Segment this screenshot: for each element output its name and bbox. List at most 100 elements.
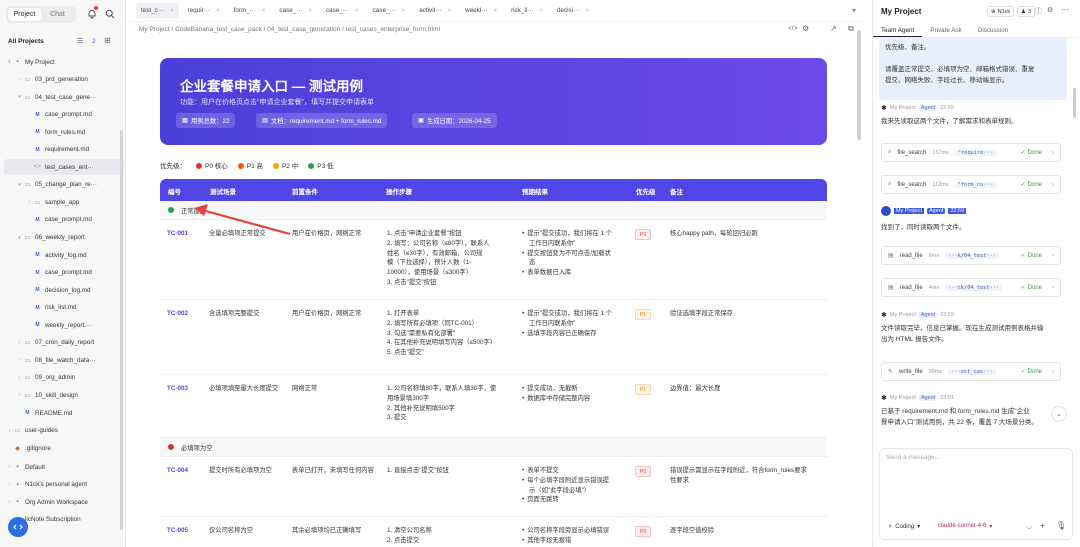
chevron-icon[interactable]: › [6, 428, 13, 434]
tree-item[interactable]: Mcase_prompt.md [4, 212, 124, 228]
chevron-icon[interactable]: ▾ [16, 94, 23, 100]
tree-item[interactable]: Mdecision_log.md [4, 282, 124, 298]
message-input[interactable]: Send a message... [886, 454, 940, 461]
tool-call-card[interactable]: ▤ read_file 4ms ···ck/04_test··· ✓ Done › [881, 278, 1061, 297]
test-case-id[interactable]: TC-004 [167, 466, 188, 476]
tree-item[interactable]: M README.md [4, 405, 124, 421]
tree-item[interactable]: › ▭ sample_app [4, 194, 124, 210]
tabs-more-icon[interactable]: ▾ [852, 6, 856, 15]
tree-item[interactable]: <> test_cases_ent··· [4, 159, 124, 176]
sidebar-scrollbar[interactable] [120, 130, 123, 530]
file-tab[interactable]: form_··· × [229, 3, 271, 18]
close-icon[interactable]: × [355, 8, 359, 14]
chevron-icon[interactable]: › [6, 482, 13, 488]
tab-chat[interactable]: Chat [41, 8, 74, 21]
tree-item[interactable]: Mform_rules.md [4, 124, 124, 140]
test-case-id[interactable]: TC-003 [167, 384, 188, 394]
close-icon[interactable]: × [539, 8, 543, 14]
file-tab[interactable]: risk_li··· × [506, 3, 548, 18]
close-icon[interactable]: × [494, 8, 498, 14]
note: 核心happy path，每轮回归必跑 [670, 229, 820, 239]
file-tab[interactable]: weekl··· × [460, 3, 502, 18]
tree-item[interactable]: Mcase_prompt.md [4, 107, 124, 123]
chevron-icon[interactable]: › [6, 464, 13, 470]
share-icon[interactable]: ↗ [830, 24, 837, 33]
editor-scrollbar[interactable] [857, 30, 861, 140]
tree-item[interactable]: › ▭ 07_cron_daily_report [4, 335, 124, 351]
code-view-icon[interactable]: </> [788, 25, 797, 32]
tree-item[interactable]: ◆ .gitignore [4, 440, 124, 456]
file-tab[interactable]: case_··· × [274, 3, 317, 18]
chevron-icon[interactable]: › [6, 499, 13, 505]
priority-dot [237, 163, 244, 170]
mode-select[interactable]: ⚡ Coding ▾ [888, 523, 920, 531]
tool-call-card[interactable]: ▤ read_file 6ms ···k/04_test··· ✓ Done › [881, 246, 1061, 265]
file-tab[interactable]: case_··· × [321, 3, 364, 18]
close-icon[interactable]: × [216, 8, 220, 14]
tree-item[interactable]: Mrisk_list.md [4, 300, 124, 316]
tool-call-card[interactable]: ⌕ file_search 112ms "form_ru··· ✓ Done › [881, 175, 1061, 194]
tree-item[interactable]: ▾ ▭ 04_test_case_gene··· [4, 89, 124, 105]
chevron-icon[interactable]: ▾ [16, 235, 23, 241]
preview-settings-icon[interactable]: ⚙ [802, 24, 809, 33]
bullet-icon: • [522, 329, 525, 337]
chevron-icon[interactable]: › [16, 375, 23, 381]
tree-item[interactable]: › ▪ Default [4, 459, 124, 475]
chevron-icon[interactable]: ▾ [16, 182, 23, 188]
file-tab[interactable]: decisi··· × [552, 3, 594, 18]
chevron-icon[interactable]: › [16, 357, 23, 363]
chevron-icon[interactable]: › [16, 77, 23, 83]
report-subtitle: 功能：用户在价格页点击"申请企业套餐"，填写并提交申请表单 [180, 99, 374, 106]
close-icon[interactable]: × [402, 8, 406, 14]
attach-icon[interactable]: + [1040, 521, 1045, 530]
close-icon[interactable]: × [170, 8, 174, 14]
tree-item[interactable]: › ▪ Org Admin Workspace [4, 494, 124, 510]
test-case-id[interactable]: TC-001 [167, 229, 188, 239]
chat-scrollbar[interactable] [1073, 88, 1076, 118]
message-input-box: Send a message... ⚡ Coding ▾ claude-sonnet… [879, 448, 1073, 540]
tree-item[interactable]: › ▭ 03_prd_generation [4, 72, 124, 88]
tree-item-label: N1ck's personal agent [25, 481, 88, 489]
test-case-id[interactable]: TC-005 [167, 526, 188, 536]
message-line: 已基于 requirement.md 和 form_rules.md 生成"企业 [881, 408, 1030, 415]
tree-item[interactable]: › ▭ 09_org_admin [4, 370, 124, 386]
project-icon: ▪ [16, 464, 19, 471]
file-tab[interactable]: case_··· × [368, 3, 411, 18]
test-case-id[interactable]: TC-002 [167, 309, 188, 319]
tree-item[interactable]: ▾ ▪ My Project [4, 54, 124, 70]
tree-item[interactable]: ▾ ▭ 06_weekly_report [4, 230, 124, 246]
file-tab[interactable]: test_c··· × [136, 3, 179, 18]
close-icon[interactable]: × [448, 8, 452, 14]
tree-item[interactable]: ▾ ▭ 05_change_plan_re··· [4, 177, 124, 193]
chevron-icon[interactable]: › [16, 392, 23, 398]
chevron-icon[interactable]: › [26, 199, 33, 205]
close-icon[interactable]: × [585, 8, 589, 14]
scroll-down-icon[interactable]: ⌄ [1051, 406, 1067, 422]
file-tab[interactable]: requir··· × [183, 3, 225, 18]
file-tab[interactable]: activit··· × [414, 3, 456, 18]
tree-item[interactable]: › ▭ user-guides [4, 423, 124, 439]
tool-call-card[interactable]: ✎ write_file 39ms ···est_cas··· ✓ Done › [881, 362, 1061, 381]
search-icon[interactable] [104, 8, 116, 20]
close-icon[interactable]: × [262, 8, 266, 14]
tab-project[interactable]: Project [8, 8, 41, 21]
close-icon[interactable]: × [309, 8, 313, 14]
add-project-icon[interactable]: ⊞ [104, 36, 111, 45]
open-external-icon[interactable]: ⧉ [848, 24, 854, 34]
tree-item[interactable]: Mweekly_report.··· [4, 317, 124, 333]
tree-item[interactable]: Mrequirement.md [4, 142, 124, 158]
tree-item[interactable]: › ▭ 08_file_watch_data··· [4, 352, 124, 368]
tree-item[interactable]: Mactivity_log.md [4, 247, 124, 263]
tool-call-card[interactable]: ⌕ file_search 157ms "require··· ✓ Done › [881, 143, 1061, 162]
expected-line: • 数据库中存储完整内容 [522, 394, 632, 404]
tree-item[interactable]: Mcase_prompt.md [4, 265, 124, 281]
tool-name: read_file [899, 284, 923, 291]
list-icon[interactable]: ☰ [77, 37, 83, 45]
tree-item[interactable]: › ▪ N1ck's personal agent [4, 477, 124, 493]
model-select[interactable]: claude-sonnet-4-6 ▾ [938, 523, 992, 530]
microphone-icon[interactable]: 🎙 [1056, 521, 1066, 530]
chevron-icon[interactable]: ▾ [6, 59, 13, 65]
app-logo-icon[interactable] [8, 517, 28, 537]
tree-item[interactable]: › ▭ 10_skill_design [4, 387, 124, 403]
chevron-icon[interactable]: › [16, 340, 23, 346]
